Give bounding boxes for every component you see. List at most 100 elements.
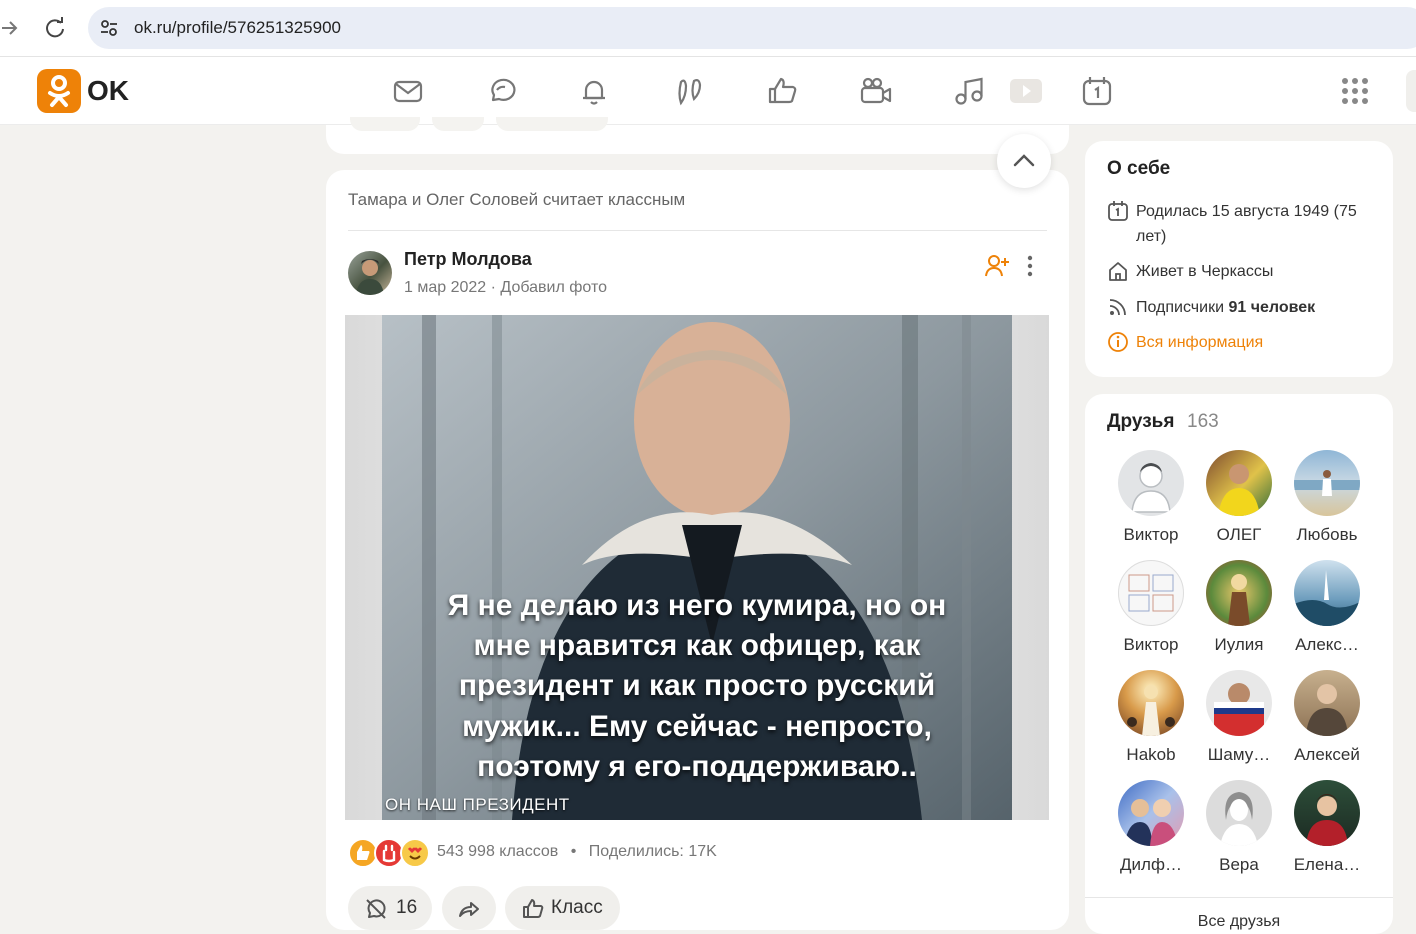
info-icon: [1107, 331, 1129, 353]
friends-title[interactable]: Друзья: [1107, 411, 1174, 433]
class-label: Класс: [551, 897, 603, 918]
friend-avatar: [1118, 560, 1184, 626]
notifications-icon[interactable]: [577, 74, 611, 108]
friend-name: ОЛЕГ: [1216, 525, 1262, 544]
friend-item[interactable]: Алекс…: [1283, 560, 1371, 660]
subscribers-label: Подписчики: [1136, 299, 1225, 316]
likes-icon[interactable]: [766, 74, 800, 108]
rss-icon: [1107, 296, 1129, 318]
post-photo-frame[interactable]: Я не делаю из него кумира, но он мне нра…: [345, 315, 1049, 820]
divider: [348, 230, 1047, 231]
photo-caption-line: поэтому я его-поддерживаю..: [477, 750, 917, 783]
photo-caption-line: президент и как просто русский: [458, 669, 936, 702]
site-settings-icon[interactable]: [98, 17, 120, 39]
apps-grid-icon[interactable]: [1341, 77, 1369, 105]
comment-icon: [364, 897, 388, 921]
reload-icon[interactable]: [44, 16, 66, 40]
friend-item[interactable]: Дилф…: [1107, 780, 1195, 880]
friend-avatar: [1206, 670, 1272, 736]
friend-avatar: [1294, 670, 1360, 736]
events-icon[interactable]: [1080, 74, 1114, 108]
friend-item[interactable]: Виктор: [1107, 450, 1195, 550]
comments-button[interactable]: 16: [348, 886, 432, 930]
friend-name: Любовь: [1296, 525, 1358, 544]
friend-avatar: [1206, 780, 1272, 846]
photo-caption-line: мне нравится как офицер, как: [473, 629, 921, 662]
post-date[interactable]: 1 мар 2022: [404, 279, 486, 296]
friend-avatar: [1294, 560, 1360, 626]
friend-name: Hakob: [1126, 745, 1176, 764]
friend-item[interactable]: ОЛЕГ: [1195, 450, 1283, 550]
previous-post-button[interactable]: [432, 117, 484, 131]
previous-post-button[interactable]: [496, 117, 608, 131]
photo-caption-line: мужик... Ему сейчас - непросто,: [462, 710, 932, 743]
feed-post-card: Тамара и Олег Соловей считает классным П…: [326, 170, 1069, 930]
photo-footer-text: ОН НАШ ПРЕЗИДЕНТ: [385, 795, 570, 814]
video-icon[interactable]: [859, 74, 893, 108]
photo-caption-line: Я не делаю из него кумира, но он: [447, 589, 947, 622]
friends-count: 163: [1187, 411, 1219, 432]
friend-name: Виктор: [1123, 525, 1179, 544]
birthday-row: Родилась 15 августа 1949 (75 лет): [1107, 199, 1377, 249]
discussions-icon[interactable]: [485, 74, 519, 108]
friend-item[interactable]: Виктор: [1107, 560, 1195, 660]
friends-card: Друзья 163 Виктор ОЛЕГ Любовь Виктор Иул…: [1085, 394, 1393, 934]
friend-name: Алекс…: [1295, 635, 1359, 654]
author-avatar[interactable]: [348, 251, 392, 295]
friend-name: Алексей: [1294, 745, 1360, 764]
browser-toolbar: ok.ru/profile/576251325900: [0, 0, 1416, 57]
subscribers-row[interactable]: Подписчики 91 человек: [1107, 295, 1377, 320]
friend-item[interactable]: Любовь: [1283, 450, 1371, 550]
music-icon[interactable]: [952, 74, 986, 108]
shares-count[interactable]: Поделились: 17K: [589, 843, 717, 860]
friend-avatar: [1206, 560, 1272, 626]
friend-avatar: [1294, 780, 1360, 846]
forward-arrow-icon[interactable]: [0, 17, 20, 39]
friend-item[interactable]: Елена…: [1283, 780, 1371, 880]
friend-name: Иулия: [1214, 635, 1264, 654]
friend-name: Шаму…: [1207, 745, 1271, 764]
guests-icon[interactable]: [672, 74, 706, 108]
friend-name: Виктор: [1123, 635, 1179, 654]
previous-post-button[interactable]: [350, 117, 420, 131]
comments-count: 16: [396, 897, 418, 918]
friend-item[interactable]: Hakob: [1107, 670, 1195, 770]
header-right-button[interactable]: [1406, 70, 1416, 112]
all-info-link[interactable]: Вся информация: [1136, 330, 1386, 355]
url-text: ok.ru/profile/576251325900: [134, 18, 341, 37]
video-play-icon[interactable]: [1008, 74, 1044, 108]
post-photo[interactable]: Я не делаю из него кумира, но он мне нра…: [382, 315, 1012, 820]
add-friend-icon[interactable]: [984, 253, 1010, 279]
address-bar[interactable]: ok.ru/profile/576251325900: [88, 7, 1416, 49]
ok-logo-icon[interactable]: [37, 69, 81, 113]
post-action: Добавил фото: [500, 279, 608, 296]
love-reaction-icon: [400, 838, 430, 868]
friend-name: Вера: [1219, 855, 1259, 874]
stats-separator: •: [570, 843, 577, 860]
friend-item[interactable]: Шаму…: [1195, 670, 1283, 770]
friend-item[interactable]: Вера: [1195, 780, 1283, 880]
subscribers-value: 91 человек: [1228, 299, 1316, 316]
all-info-row[interactable]: Вся информация: [1107, 330, 1377, 355]
friend-item[interactable]: Иулия: [1195, 560, 1283, 660]
post-meta: 1 мар 2022 · Добавил фото: [404, 278, 607, 298]
friend-avatar: [1118, 450, 1184, 516]
share-button[interactable]: [442, 886, 496, 930]
friend-item[interactable]: Алексей: [1283, 670, 1371, 770]
scroll-to-top-button[interactable]: [997, 134, 1051, 188]
all-friends-link[interactable]: Все друзья: [1085, 912, 1393, 932]
author-name[interactable]: Петр Молдова: [404, 248, 532, 270]
reactions-summary[interactable]: [348, 838, 432, 868]
liked-by-text[interactable]: Тамара и Олег Соловей считает классным: [348, 189, 685, 211]
share-icon: [457, 897, 481, 921]
location-row: Живет в Черкассы: [1107, 259, 1377, 284]
classes-count[interactable]: 543 998 классов: [437, 843, 558, 860]
friend-name: Елена…: [1293, 855, 1361, 874]
class-button[interactable]: Класс: [505, 886, 620, 930]
about-card: О себе Родилась 15 августа 1949 (75 лет)…: [1085, 141, 1393, 377]
more-options-icon[interactable]: [1021, 253, 1039, 279]
mail-icon[interactable]: [391, 74, 425, 108]
about-title: О себе: [1107, 158, 1171, 179]
logo-text[interactable]: OK: [87, 74, 129, 108]
friend-name: Дилф…: [1120, 855, 1182, 874]
